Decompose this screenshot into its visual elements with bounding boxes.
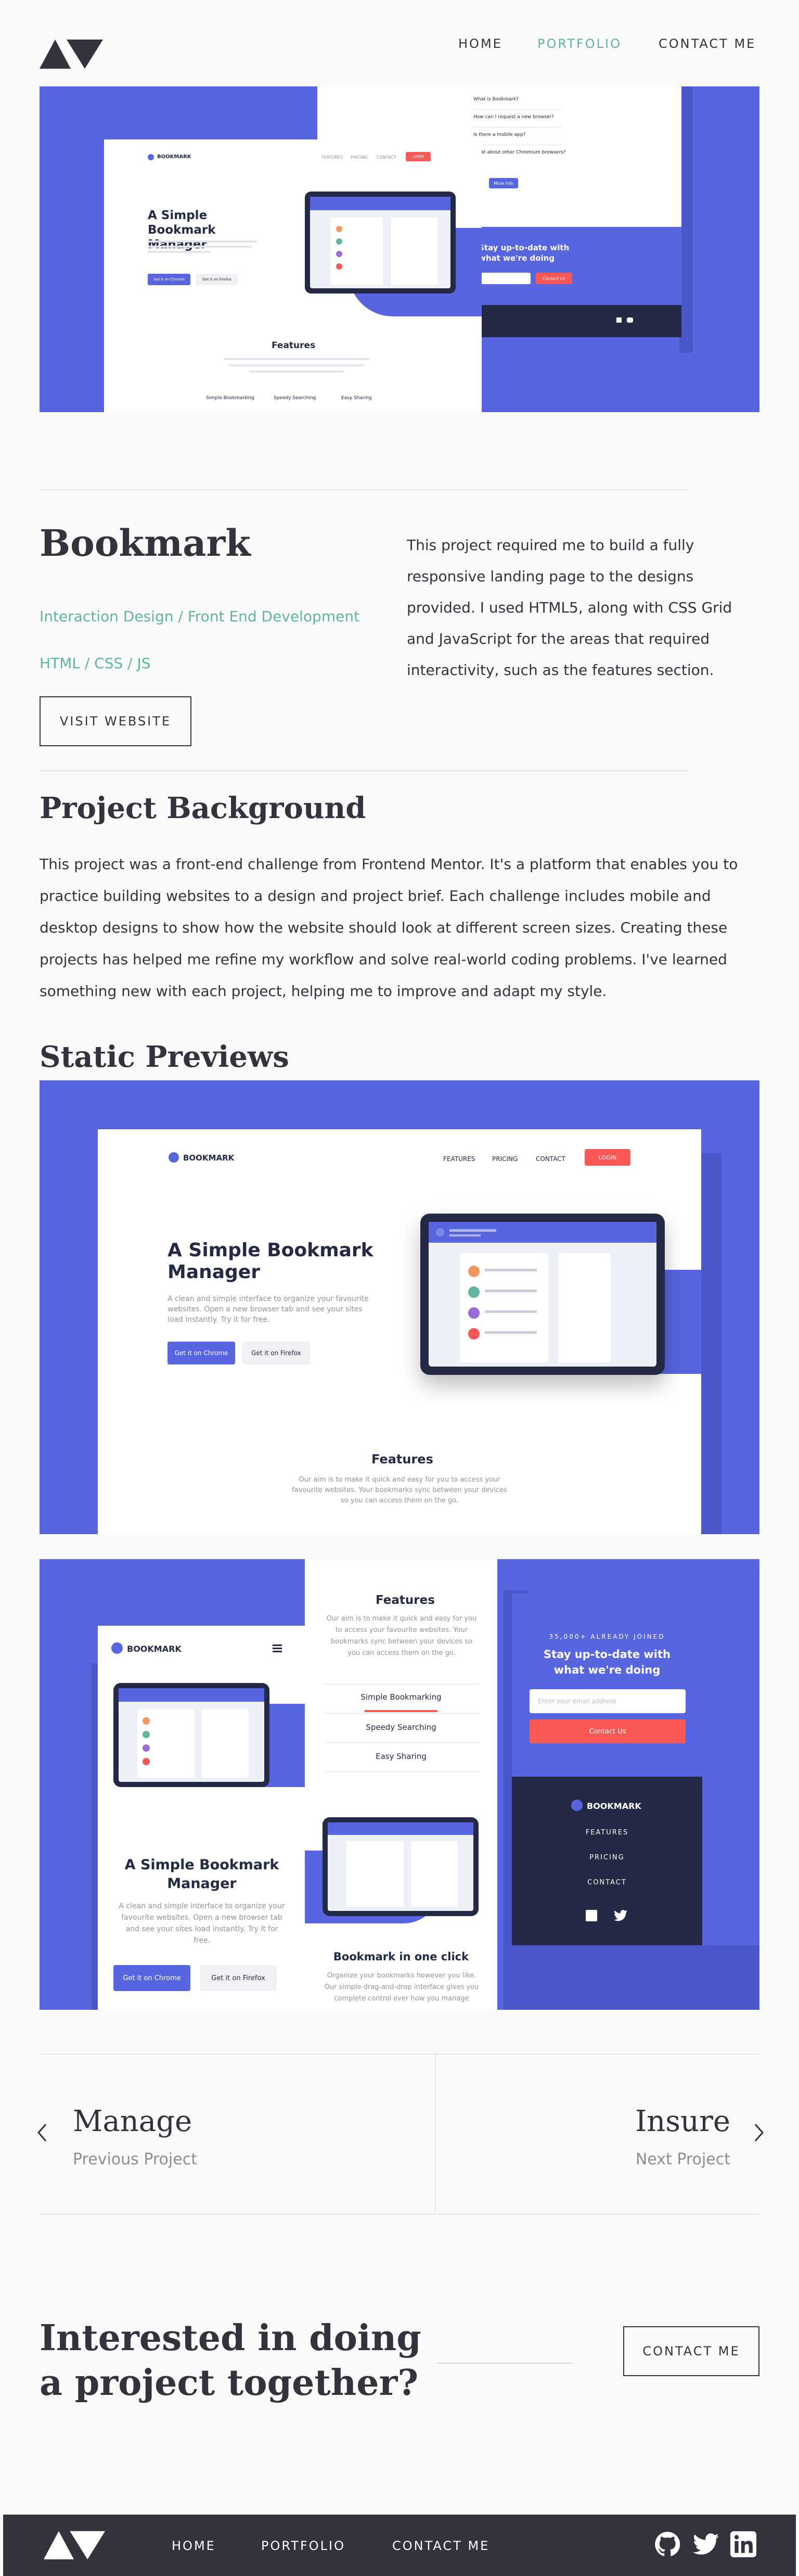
mock-nav: PRICING	[492, 1155, 518, 1163]
previews-heading: Static Previews	[40, 1040, 289, 1074]
linkedin-icon[interactable]	[730, 2531, 756, 2557]
mock-chrome-button: Get it on Chrome	[148, 274, 190, 285]
background-text: This project was a front-end challenge f…	[40, 856, 738, 1000]
divider	[40, 770, 688, 771]
mock-headline: A Simple Bookmark Manager	[124, 1857, 279, 1892]
mock-brand: BOOKMARK	[127, 1644, 182, 1654]
previous-project-name: Manage	[73, 2105, 192, 2138]
hero-image: What is Bookmark? How can I request a ne…	[40, 86, 759, 412]
mock-login: LOGIN	[585, 1149, 630, 1166]
cta-contact-button[interactable]: CONTACT ME	[623, 2326, 759, 2376]
cta-divider	[437, 2363, 572, 2364]
mock-firefox-button: Get it on Firefox	[196, 274, 238, 285]
mock-features-heading: Features	[371, 1452, 433, 1466]
divider	[40, 489, 688, 490]
facebook-icon	[586, 1910, 597, 1921]
mock-headline: A Simple Bookmark Manager	[167, 1240, 373, 1283]
pager-bottom-border	[40, 2214, 759, 2215]
project-category: Interaction Design / Front End Developme…	[40, 608, 360, 625]
faq-item: Is there a mobile app?	[473, 132, 526, 137]
mock-features-text: Our aim is to make it quick and easy for…	[326, 1615, 477, 1657]
mock-brand: BOOKMARK	[183, 1153, 235, 1163]
background-heading: Project Background	[40, 791, 366, 825]
chevron-left-icon	[37, 2124, 47, 2141]
mock-bookmark-text: Organize your bookmarks however you like…	[324, 1972, 479, 2003]
mock-nav: FEATURES	[585, 1829, 629, 1837]
mock-tab-active: Simple Bookmarking	[360, 1692, 442, 1702]
nav-contact-link[interactable]: CONTACT ME	[659, 36, 756, 51]
mock-joined-count: 35,000+ ALREADY JOINED	[549, 1633, 665, 1640]
project-tech: HTML / CSS / JS	[40, 655, 151, 672]
hero-desktop-mock: BOOKMARK FEATURES PRICING CONTACT LOGIN …	[104, 139, 482, 412]
site-footer: HOME PORTFOLIO CONTACT ME	[3, 2515, 796, 2576]
project-description: This project required me to build a full…	[407, 537, 732, 679]
mock-nav: CONTACT	[587, 1879, 627, 1886]
mock-tab: Speedy Searching	[366, 1723, 436, 1732]
mock-nav: FEATURES	[443, 1155, 475, 1163]
next-project-name: Insure	[635, 2105, 730, 2138]
mock-nav: PRICING	[589, 1854, 625, 1861]
previous-project-link[interactable]: Manage Previous Project	[36, 2082, 401, 2186]
pager-divider	[435, 2055, 436, 2215]
mock-features-text: Our aim is to make it quick and easy for…	[292, 1476, 507, 1504]
footer-contact-link[interactable]: CONTACT ME	[392, 2539, 489, 2553]
mock-brand: BOOKMARK	[587, 1801, 641, 1811]
hero-stay-up-text: Stay up-to-date with what we're doing	[479, 243, 570, 263]
github-icon[interactable]	[654, 2531, 680, 2557]
mock-chrome-button: Get it on Chrome	[113, 1965, 190, 1991]
previous-project-label: Previous Project	[73, 2150, 197, 2169]
mock-brand: BOOKMARK	[157, 154, 191, 160]
mock-chrome-button: Get it on Chrome	[167, 1342, 235, 1364]
chevron-right-icon	[754, 2124, 764, 2141]
site-header: HOME PORTFOLIO CONTACT ME	[0, 0, 799, 83]
mock-nav: CONTACT	[536, 1155, 565, 1163]
mobile-preview-image: BOOKMARK A Simple Bookmark Manager A cle…	[40, 1559, 759, 2010]
nav-portfolio-link[interactable]: PORTFOLIO	[537, 36, 622, 51]
more-info-button: More Info	[489, 178, 518, 188]
mock-nav: CONTACT	[377, 155, 396, 160]
mobile-mock-footer: BOOKMARK FEATURES PRICING CONTACT	[512, 1777, 702, 1945]
twitter-icon[interactable]	[693, 2531, 719, 2557]
faq-item: What is Bookmark?	[473, 97, 519, 102]
cta-heading: Interested in doing a project together?	[40, 2317, 421, 2404]
nav-home-link[interactable]: HOME	[458, 36, 502, 51]
mock-features-heading: Features	[376, 1593, 435, 1607]
mock-nav: PRICING	[351, 155, 368, 160]
mock-tab: Speedy Searching	[274, 396, 316, 401]
mock-firefox-button: Get it on Firefox	[200, 1965, 277, 1991]
footer-portfolio-link[interactable]: PORTFOLIO	[261, 2539, 345, 2553]
mock-stay-up: Stay up-to-date with what we're doing	[544, 1648, 671, 1676]
pager-top-border	[40, 2054, 759, 2055]
visit-website-button[interactable]: VISIT WEBSITE	[40, 696, 191, 746]
hero-contact-us-button: Contact Us	[536, 273, 572, 284]
mock-tab: Easy Sharing	[341, 396, 372, 401]
logo-icon[interactable]	[43, 2527, 106, 2559]
logo-icon[interactable]	[40, 35, 103, 69]
twitter-icon	[614, 1910, 627, 1921]
project-title: Bookmark	[40, 521, 251, 565]
faq-item: How can I request a new browser?	[473, 114, 554, 120]
mock-features-heading: Features	[272, 340, 316, 351]
faq-item: What about other Chromium browsers?	[473, 150, 566, 155]
desktop-preview-image: BOOKMARK FEATURES PRICING CONTACT LOGIN …	[40, 1080, 759, 1534]
mock-intro: A clean and simple interface to organize…	[119, 1902, 285, 1945]
mock-tab: Easy Sharing	[376, 1752, 427, 1761]
mock-intro: A clean and simple interface to organize…	[167, 1295, 369, 1324]
mobile-mock-features: Features Our aim is to make it quick and…	[305, 1559, 497, 2010]
mock-firefox-button: Get it on Firefox	[242, 1342, 310, 1364]
mock-email-input: Enter your email address	[530, 1689, 686, 1713]
next-project-link[interactable]: Insure Next Project	[447, 2082, 765, 2186]
footer-home-link[interactable]: HOME	[172, 2539, 216, 2553]
mock-bookmark-heading: Bookmark in one click	[333, 1950, 469, 1963]
desktop-mock: BOOKMARK FEATURES PRICING CONTACT LOGIN …	[98, 1129, 701, 1534]
mock-contact-us-button: Contact Us	[530, 1719, 686, 1743]
mock-login: LOGIN	[406, 152, 431, 161]
mock-nav: FEATURES	[321, 155, 343, 160]
next-project-label: Next Project	[635, 2150, 730, 2169]
mobile-mock-home: BOOKMARK A Simple Bookmark Manager A cle…	[98, 1626, 306, 2010]
mock-tab: Simple Bookmarking	[206, 396, 255, 401]
